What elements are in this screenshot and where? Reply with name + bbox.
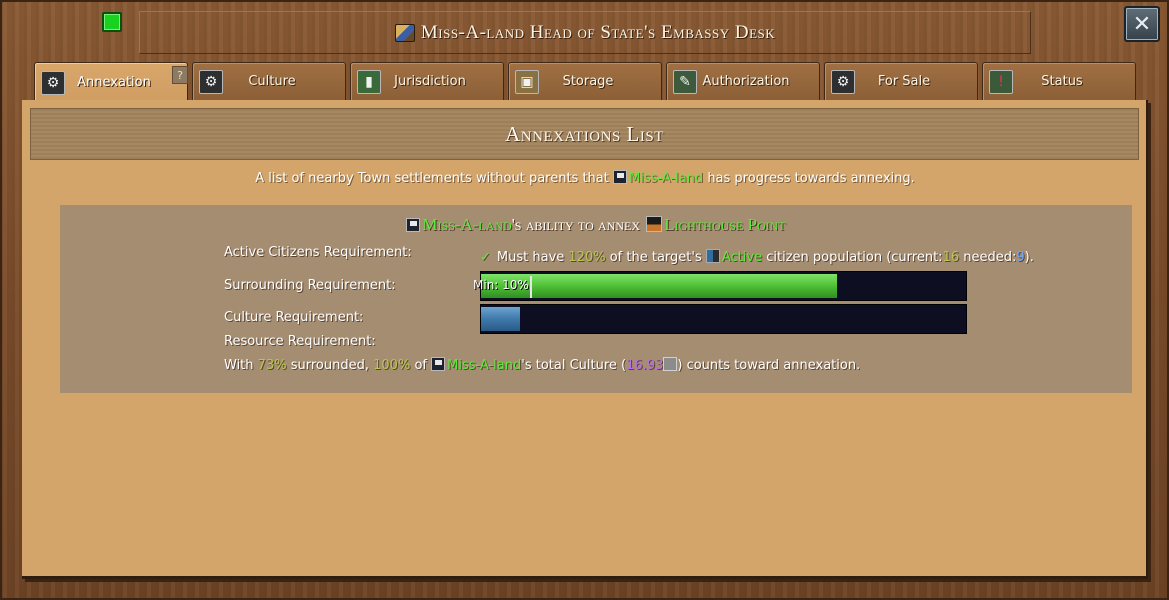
intro-prefix: A list of nearby Town settlements withou… bbox=[255, 171, 609, 186]
minimum-label: Min: 10% bbox=[473, 278, 529, 292]
intro-text: A list of nearby Town settlements withou… bbox=[22, 170, 1148, 186]
citizens-needed: 9 bbox=[1016, 250, 1025, 265]
active-citizens-label: Active Citizens Requirement: bbox=[224, 245, 412, 260]
tab-label: Annexation bbox=[77, 75, 151, 90]
culture-percent: 100% bbox=[373, 358, 411, 373]
embassy-desk-icon bbox=[394, 23, 415, 42]
citizens-text: of the target's bbox=[609, 250, 702, 265]
surrounding-label: Surrounding Requirement: bbox=[224, 278, 396, 293]
gear-icon: ⚙ bbox=[199, 69, 223, 94]
citizens-text: needed: bbox=[963, 250, 1017, 265]
check-icon: ✓ bbox=[480, 250, 491, 265]
tab-status[interactable]: ! Status bbox=[982, 62, 1136, 100]
window-title: Miss-A-land Head of State's Embassy Desk bbox=[420, 21, 776, 43]
tab-authorization[interactable]: ✎ Authorization bbox=[666, 62, 820, 100]
culture-progress-bar bbox=[480, 304, 967, 334]
section-title: Annexations List bbox=[505, 121, 664, 146]
annex-details: Miss-A-land's ability to annex Lighthous… bbox=[60, 205, 1132, 393]
lighthouse-icon bbox=[646, 216, 663, 232]
citizens-text: Must have bbox=[496, 250, 565, 265]
active-citizens-text: ✓ Must have 120% of the target's Active c… bbox=[480, 249, 1034, 265]
surrounding-progress-bar: Min: 10% bbox=[473, 271, 967, 301]
tab-label: Status bbox=[1041, 74, 1083, 89]
content-panel: Annexations List A list of nearby Town s… bbox=[22, 100, 1148, 579]
close-icon: ✕ bbox=[1132, 11, 1152, 37]
map-icon: ▮ bbox=[357, 69, 381, 94]
culture-icon bbox=[663, 357, 678, 371]
flag-icon bbox=[431, 357, 446, 371]
help-icon[interactable]: ? bbox=[172, 66, 188, 84]
document-icon: ✎ bbox=[673, 69, 697, 94]
surrounding-progress-fill bbox=[481, 274, 837, 298]
citizens-text: ). bbox=[1024, 250, 1034, 265]
tab-label: Storage bbox=[562, 74, 614, 89]
summary-text: ) counts toward annexation. bbox=[677, 358, 861, 373]
tab-label: Jurisdiction bbox=[394, 74, 466, 89]
citizens-percent: 120% bbox=[568, 250, 606, 265]
citizens-current: 16 bbox=[942, 250, 960, 265]
summary-text: 's total Culture ( bbox=[521, 358, 627, 373]
active-link[interactable]: Active bbox=[722, 250, 762, 265]
target-link[interactable]: Lighthouse Point bbox=[664, 215, 785, 234]
tab-for-sale[interactable]: ⚙ For Sale bbox=[824, 62, 978, 100]
crate-icon: ▣ bbox=[515, 69, 539, 94]
summary-text: of bbox=[414, 358, 427, 373]
tab-label: Culture bbox=[248, 74, 296, 89]
close-button[interactable]: ✕ bbox=[1124, 6, 1160, 42]
settlement-link[interactable]: Miss-A-land bbox=[447, 358, 521, 373]
culture-value: 16.93 bbox=[626, 358, 664, 373]
tab-annexation[interactable]: ⚙ Annexation ? bbox=[34, 62, 188, 102]
summary-text: surrounded, bbox=[290, 358, 369, 373]
tab-label: For Sale bbox=[877, 74, 931, 89]
flag-icon bbox=[613, 170, 628, 184]
tab-culture[interactable]: ⚙ Culture bbox=[192, 62, 346, 100]
gear-icon: ⚙ bbox=[41, 70, 65, 95]
tab-storage[interactable]: ▣ Storage bbox=[508, 62, 662, 100]
resource-label: Resource Requirement: bbox=[224, 334, 376, 349]
status-icon: ! bbox=[989, 69, 1013, 94]
title-bar: Miss-A-land Head of State's Embassy Desk bbox=[139, 11, 1031, 54]
tab-label: Authorization bbox=[702, 74, 790, 89]
status-light bbox=[102, 12, 122, 32]
minimum-marker bbox=[530, 276, 532, 298]
tab-jurisdiction[interactable]: ▮ Jurisdiction bbox=[350, 62, 504, 100]
summary-text: With bbox=[224, 358, 254, 373]
population-icon bbox=[705, 249, 720, 263]
flag-icon bbox=[406, 218, 421, 232]
intro-suffix: has progress towards annexing. bbox=[707, 171, 915, 186]
annex-summary: With 73% surrounded, 100% of Miss-A-land… bbox=[224, 357, 860, 373]
heading-middle: 's ability to annex bbox=[511, 215, 640, 234]
section-header: Annexations List bbox=[30, 108, 1139, 160]
culture-progress-fill bbox=[481, 307, 520, 331]
settlement-link[interactable]: Miss-A-land bbox=[629, 171, 703, 186]
gear-icon: ⚙ bbox=[831, 69, 855, 94]
settlement-link[interactable]: Miss-A-land bbox=[422, 215, 511, 234]
annex-heading: Miss-A-land's ability to annex Lighthous… bbox=[60, 215, 1132, 235]
surrounded-percent: 73% bbox=[257, 358, 287, 373]
citizens-text: citizen population (current: bbox=[766, 250, 943, 265]
culture-label: Culture Requirement: bbox=[224, 310, 364, 325]
